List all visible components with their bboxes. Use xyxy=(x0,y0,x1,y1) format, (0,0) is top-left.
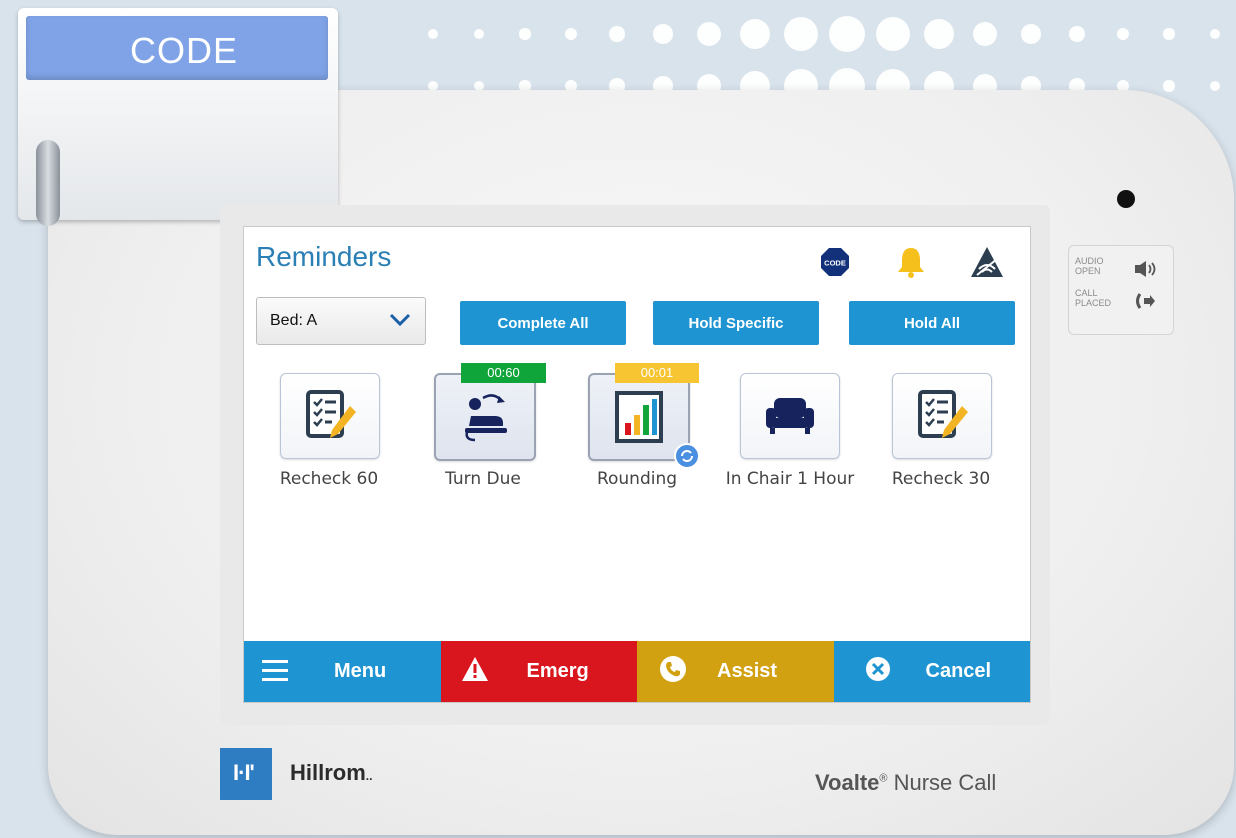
menu-button[interactable]: Menu xyxy=(244,641,441,702)
reminder-tile-recheck-30[interactable] xyxy=(892,373,992,459)
rounding-timer: 00:01 xyxy=(615,363,699,383)
status-indicator-panel: AUDIO OPEN CALL PLACED xyxy=(1068,245,1174,335)
bell-icon[interactable] xyxy=(894,245,928,279)
assist-label: Assist xyxy=(717,660,778,682)
decorative-dot xyxy=(427,28,439,40)
decorative-dot xyxy=(696,21,722,47)
phone-icon xyxy=(660,656,686,682)
reminder-label: Recheck 30 xyxy=(891,469,991,489)
hold-specific-button[interactable]: Hold Specific xyxy=(653,301,819,345)
svg-text:CODE: CODE xyxy=(824,259,846,268)
bed-select-dropdown[interactable]: Bed: A xyxy=(256,297,426,345)
product-name-suffix: Nurse Call xyxy=(887,770,997,795)
turn-due-timer: 00:60 xyxy=(461,363,546,383)
menu-label: Menu xyxy=(334,660,387,682)
brand-name-text: Hillrom xyxy=(290,760,366,785)
cable-plug xyxy=(36,140,60,226)
code-wall-button[interactable]: CODE xyxy=(26,16,328,80)
chevron-down-icon xyxy=(389,313,411,327)
sync-status-icon xyxy=(674,443,700,469)
warning-icon xyxy=(461,657,488,681)
reminder-label: Turn Due xyxy=(445,469,521,489)
decorative-dot xyxy=(972,21,998,47)
turn-patient-icon xyxy=(465,394,507,442)
reminder-label: Recheck 60 xyxy=(279,469,379,489)
decorative-dot xyxy=(1209,28,1221,40)
bed-select-label: Bed: A xyxy=(270,312,318,329)
camera-lens xyxy=(1117,190,1135,208)
decorative-dot xyxy=(564,27,578,41)
brand-name: Hillrom.. xyxy=(290,760,373,785)
product-name: Voalte® Nurse Call xyxy=(815,770,997,795)
product-name-bold: Voalte xyxy=(815,770,880,795)
decorative-dot xyxy=(739,18,771,50)
checklist-pencil-icon xyxy=(918,390,968,438)
reminder-tile-recheck-60[interactable] xyxy=(280,373,380,459)
decorative-dot xyxy=(653,24,673,44)
decorative-dot xyxy=(1069,26,1085,42)
checklist-pencil-icon xyxy=(306,390,356,438)
call-placed-label: CALL PLACED xyxy=(1075,288,1112,308)
hamburger-menu-icon xyxy=(262,660,288,681)
audio-open-label: AUDIO OPEN xyxy=(1075,256,1104,276)
decorative-dot xyxy=(875,16,911,52)
touch-screen: Reminders CODE Bed: A Complete All Hold … xyxy=(243,226,1031,703)
complete-all-button[interactable]: Complete All xyxy=(460,301,626,345)
reminder-tile-rounding[interactable] xyxy=(588,373,690,461)
network-status-icon[interactable] xyxy=(969,245,1005,279)
hillrom-logo-mark: I·I' xyxy=(233,760,255,785)
speaker-icon xyxy=(1135,261,1156,277)
code-alert-icon[interactable]: CODE xyxy=(820,247,850,277)
decorative-dot xyxy=(1021,24,1041,44)
close-circle-icon xyxy=(865,657,890,681)
decorative-dot xyxy=(923,18,955,50)
cancel-label: Cancel xyxy=(925,660,992,682)
emergency-button[interactable]: Emerg xyxy=(440,641,637,702)
rounding-chart-icon xyxy=(615,391,663,443)
decorative-dot xyxy=(829,16,865,52)
reminder-tile-in-chair[interactable] xyxy=(740,373,840,459)
decorative-dot xyxy=(1116,27,1130,41)
page-title: Reminders xyxy=(256,241,392,272)
armchair-icon xyxy=(766,398,814,434)
code-wall-plate: CODE xyxy=(18,8,338,220)
hillrom-logo: I·I' xyxy=(220,748,272,800)
decorative-dot xyxy=(519,28,531,40)
decorative-dot xyxy=(1209,80,1221,92)
bottom-action-bar: Menu Emerg Assist Cancel xyxy=(244,641,1030,702)
cancel-button[interactable]: Cancel xyxy=(833,641,1030,702)
reminder-label: In Chair 1 Hour xyxy=(725,469,855,489)
emerg-label: Emerg xyxy=(526,660,589,682)
hold-all-button[interactable]: Hold All xyxy=(849,301,1015,345)
decorative-dot xyxy=(783,16,819,52)
decorative-dot xyxy=(1163,80,1175,92)
call-placed-icon xyxy=(1136,293,1155,309)
reminder-tile-turn-due[interactable] xyxy=(434,373,536,461)
assist-button[interactable]: Assist xyxy=(637,641,834,702)
decorative-dot xyxy=(1163,28,1175,40)
decorative-dot xyxy=(609,26,625,42)
reminder-label: Rounding xyxy=(596,469,678,489)
code-wall-button-label: CODE xyxy=(130,30,239,71)
decorative-dot xyxy=(473,28,485,40)
